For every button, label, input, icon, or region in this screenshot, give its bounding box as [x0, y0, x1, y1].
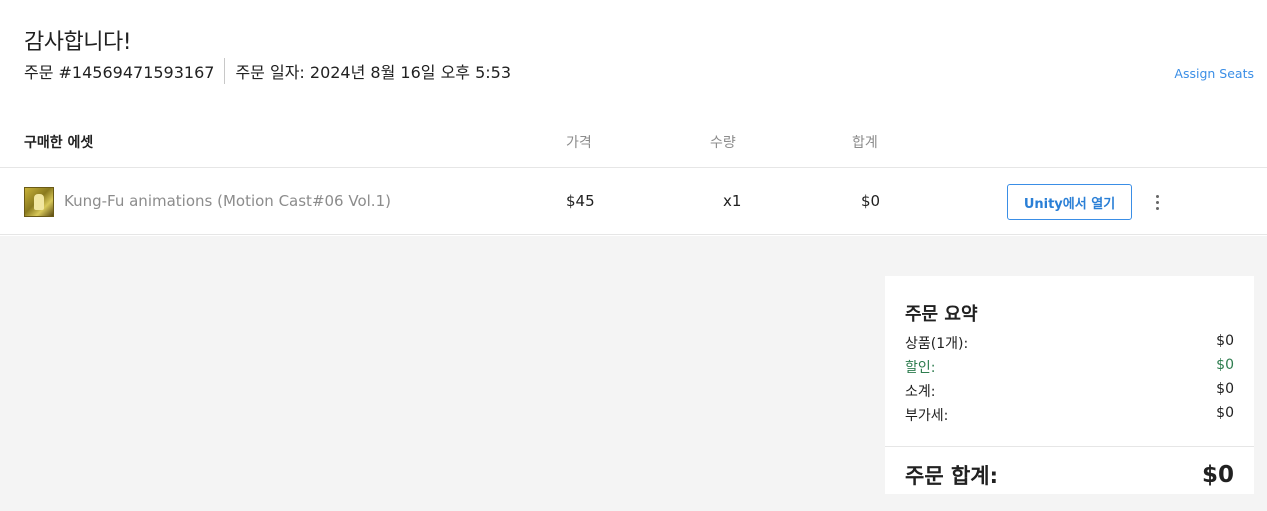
more-dot — [1155, 200, 1159, 204]
summary-title: 주문 요약 — [905, 304, 978, 325]
row-quantity: x1 — [723, 192, 742, 210]
summary-line-items: 상품(1개): $0 — [905, 333, 1234, 353]
summary-line-label: 부가세: — [905, 408, 949, 424]
summary-total-value: $0 — [1201, 462, 1234, 488]
row-total: $0 — [861, 192, 881, 210]
meta-divider — [224, 58, 226, 84]
summary-line-label: 할인: — [905, 360, 936, 376]
column-header-price: 가격 — [566, 135, 592, 151]
more-vertical-icon[interactable] — [1150, 191, 1164, 213]
summary-total-label: 주문 합계: — [905, 464, 998, 488]
page-title: 감사합니다! — [24, 30, 132, 55]
summary-line-value: $0 — [1216, 405, 1234, 421]
summary-line-vat: 부가세: $0 — [905, 405, 1234, 425]
order-confirmation-header: 감사합니다! 주문 #14569471593167 주문 일자: 2024년 8… — [0, 0, 1267, 236]
row-price: $45 — [566, 192, 595, 210]
table-row: Kung-Fu animations (Motion Cast#06 Vol.1… — [0, 169, 1267, 235]
summary-line-subtotal: 소계: $0 — [905, 381, 1234, 401]
summary-line-value: $0 — [1216, 333, 1234, 349]
assign-seats-link[interactable]: Assign Seats — [1174, 66, 1254, 81]
more-dot — [1155, 206, 1159, 210]
order-meta: 주문 #14569471593167 주문 일자: 2024년 8월 16일 오… — [24, 58, 511, 84]
summary-line-discount: 할인: $0 — [905, 357, 1234, 377]
column-header-total: 합계 — [852, 135, 878, 151]
summary-line-label: 소계: — [905, 384, 936, 400]
asset-thumbnail[interactable] — [24, 187, 54, 217]
table-header: 구매한 에셋 가격 수량 합계 — [0, 120, 1267, 168]
column-header-asset: 구매한 에셋 — [24, 135, 94, 151]
summary-total: 주문 합계: $0 — [905, 460, 1234, 490]
asset-name-link[interactable]: Kung-Fu animations (Motion Cast#06 Vol.1… — [64, 192, 391, 210]
summary-line-label: 상품(1개): — [905, 336, 969, 352]
summary-line-value: $0 — [1216, 357, 1234, 373]
column-header-quantity: 수량 — [710, 135, 736, 151]
open-in-unity-button[interactable]: Unity에서 열기 — [1007, 184, 1132, 220]
summary-divider — [885, 446, 1254, 447]
summary-line-value: $0 — [1216, 381, 1234, 397]
order-summary-card: 주문 요약 상품(1개): $0 할인: $0 소계: $0 부가세: $0 주… — [885, 276, 1254, 494]
order-number: 주문 #14569471593167 — [24, 63, 215, 82]
more-dot — [1155, 194, 1159, 198]
order-date: 주문 일자: 2024년 8월 16일 오후 5:53 — [235, 63, 512, 82]
